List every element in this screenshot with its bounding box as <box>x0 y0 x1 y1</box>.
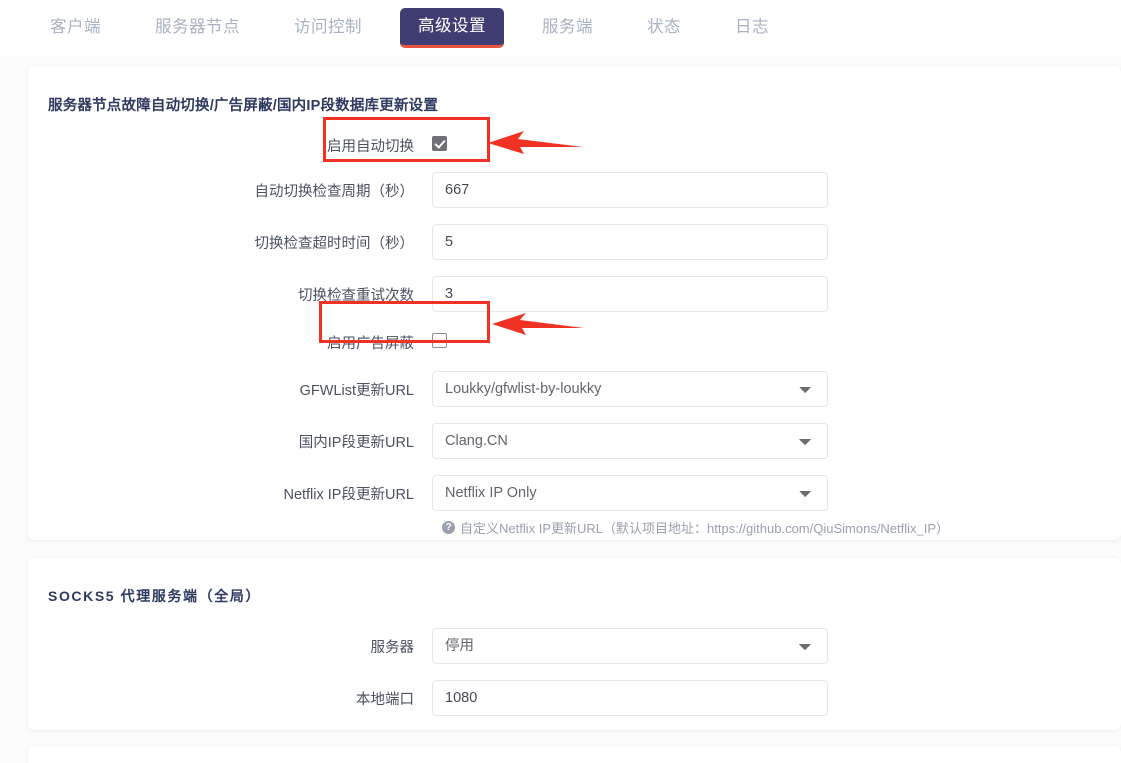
advanced-settings-page: 客户端 服务器节点 访问控制 高级设置 服务端 状态 日志 服务器节点故障自动切… <box>0 0 1121 763</box>
ad-block-label: 启用广告屏蔽 <box>327 336 414 352</box>
socks5-section-title: SOCKS5 代理服务端（全局） <box>48 588 262 604</box>
check-timeout-row: 切换检查超时时间（秒） <box>28 224 1121 260</box>
socks5-card: SOCKS5 代理服务端（全局） 服务器 停用 本地端口 <box>28 558 1121 730</box>
china-ip-url-select[interactable]: Clang.CN <box>432 423 828 459</box>
ad-block-control[interactable] <box>432 332 447 353</box>
check-retries-input[interactable] <box>432 276 828 312</box>
tab-client[interactable]: 客户端 <box>34 10 117 46</box>
check-period-label: 自动切换检查周期（秒） <box>254 183 415 200</box>
check-period-input[interactable] <box>432 172 828 208</box>
check-retries-row: 切换检查重试次数 <box>28 276 1121 312</box>
netflix-ip-url-help-row: ? 自定义Netflix IP更新URL（默认项目地址：https://gith… <box>28 518 1121 537</box>
netflix-ip-url-select[interactable]: Netflix IP Only <box>432 475 828 511</box>
socks5-server-label: 服务器 <box>370 639 415 656</box>
tab-logs[interactable]: 日志 <box>719 10 785 46</box>
check-retries-label: 切换检查重试次数 <box>298 287 414 304</box>
check-timeout-input[interactable] <box>432 224 828 260</box>
netflix-ip-url-row: Netflix IP段更新URL Netflix IP Only <box>28 475 1121 511</box>
tab-server-side[interactable]: 服务端 <box>526 10 609 46</box>
check-period-row: 自动切换检查周期（秒） <box>28 172 1121 208</box>
netflix-ip-url-control[interactable]: Netflix IP Only <box>432 475 828 511</box>
china-ip-url-label: 国内IP段更新URL <box>298 434 414 451</box>
check-retries-control[interactable] <box>432 276 828 312</box>
main-tab-bar: 客户端 服务器节点 访问控制 高级设置 服务端 状态 日志 <box>0 0 1121 56</box>
tab-status[interactable]: 状态 <box>631 10 697 46</box>
netflix-ip-url-help: ? 自定义Netflix IP更新URL（默认项目地址：https://gith… <box>432 518 949 537</box>
gfwlist-url-control[interactable]: Loukky/gfwlist-by-loukky <box>432 371 828 407</box>
check-timeout-label: 切换检查超时时间（秒） <box>254 235 415 252</box>
advanced-settings-card: 服务器节点故障自动切换/广告屏蔽/国内IP段数据库更新设置 启用自动切换 自动切… <box>28 66 1121 540</box>
socks5-server-select[interactable]: 停用 <box>432 628 828 664</box>
gfwlist-url-select[interactable]: Loukky/gfwlist-by-loukky <box>432 371 828 407</box>
tab-server-nodes[interactable]: 服务器节点 <box>139 10 256 46</box>
china-ip-url-row: 国内IP段更新URL Clang.CN <box>28 423 1121 459</box>
next-section-card <box>28 746 1121 763</box>
auto-switch-label: 启用自动切换 <box>327 139 414 155</box>
help-spacer <box>28 518 432 537</box>
check-period-control[interactable] <box>432 172 828 208</box>
socks5-server-control[interactable]: 停用 <box>432 628 828 664</box>
netflix-ip-url-help-text: 自定义Netflix IP更新URL（默认项目地址：https://github… <box>460 521 950 536</box>
netflix-ip-url-label: Netflix IP段更新URL <box>283 486 414 503</box>
ad-block-checkbox[interactable] <box>432 332 447 348</box>
socks5-local-port-label: 本地端口 <box>356 691 414 708</box>
advanced-section-title: 服务器节点故障自动切换/广告屏蔽/国内IP段数据库更新设置 <box>48 98 439 114</box>
auto-switch-checkbox[interactable] <box>432 135 447 151</box>
tab-access-control[interactable]: 访问控制 <box>278 10 378 46</box>
socks5-local-port-control[interactable] <box>432 680 828 716</box>
question-circle-icon: ? <box>442 521 455 534</box>
auto-switch-control[interactable] <box>432 135 447 156</box>
socks5-local-port-row: 本地端口 <box>28 680 1121 716</box>
gfwlist-url-row: GFWList更新URL Loukky/gfwlist-by-loukky <box>28 371 1121 407</box>
socks5-local-port-input[interactable] <box>432 680 828 716</box>
check-timeout-control[interactable] <box>432 224 828 260</box>
gfwlist-url-label: GFWList更新URL <box>299 382 414 399</box>
auto-switch-row: 启用自动切换 <box>28 135 1121 156</box>
china-ip-url-control[interactable]: Clang.CN <box>432 423 828 459</box>
socks5-server-row: 服务器 停用 <box>28 628 1121 664</box>
ad-block-row: 启用广告屏蔽 <box>28 332 1121 353</box>
tab-advanced-settings[interactable]: 高级设置 <box>400 8 504 48</box>
